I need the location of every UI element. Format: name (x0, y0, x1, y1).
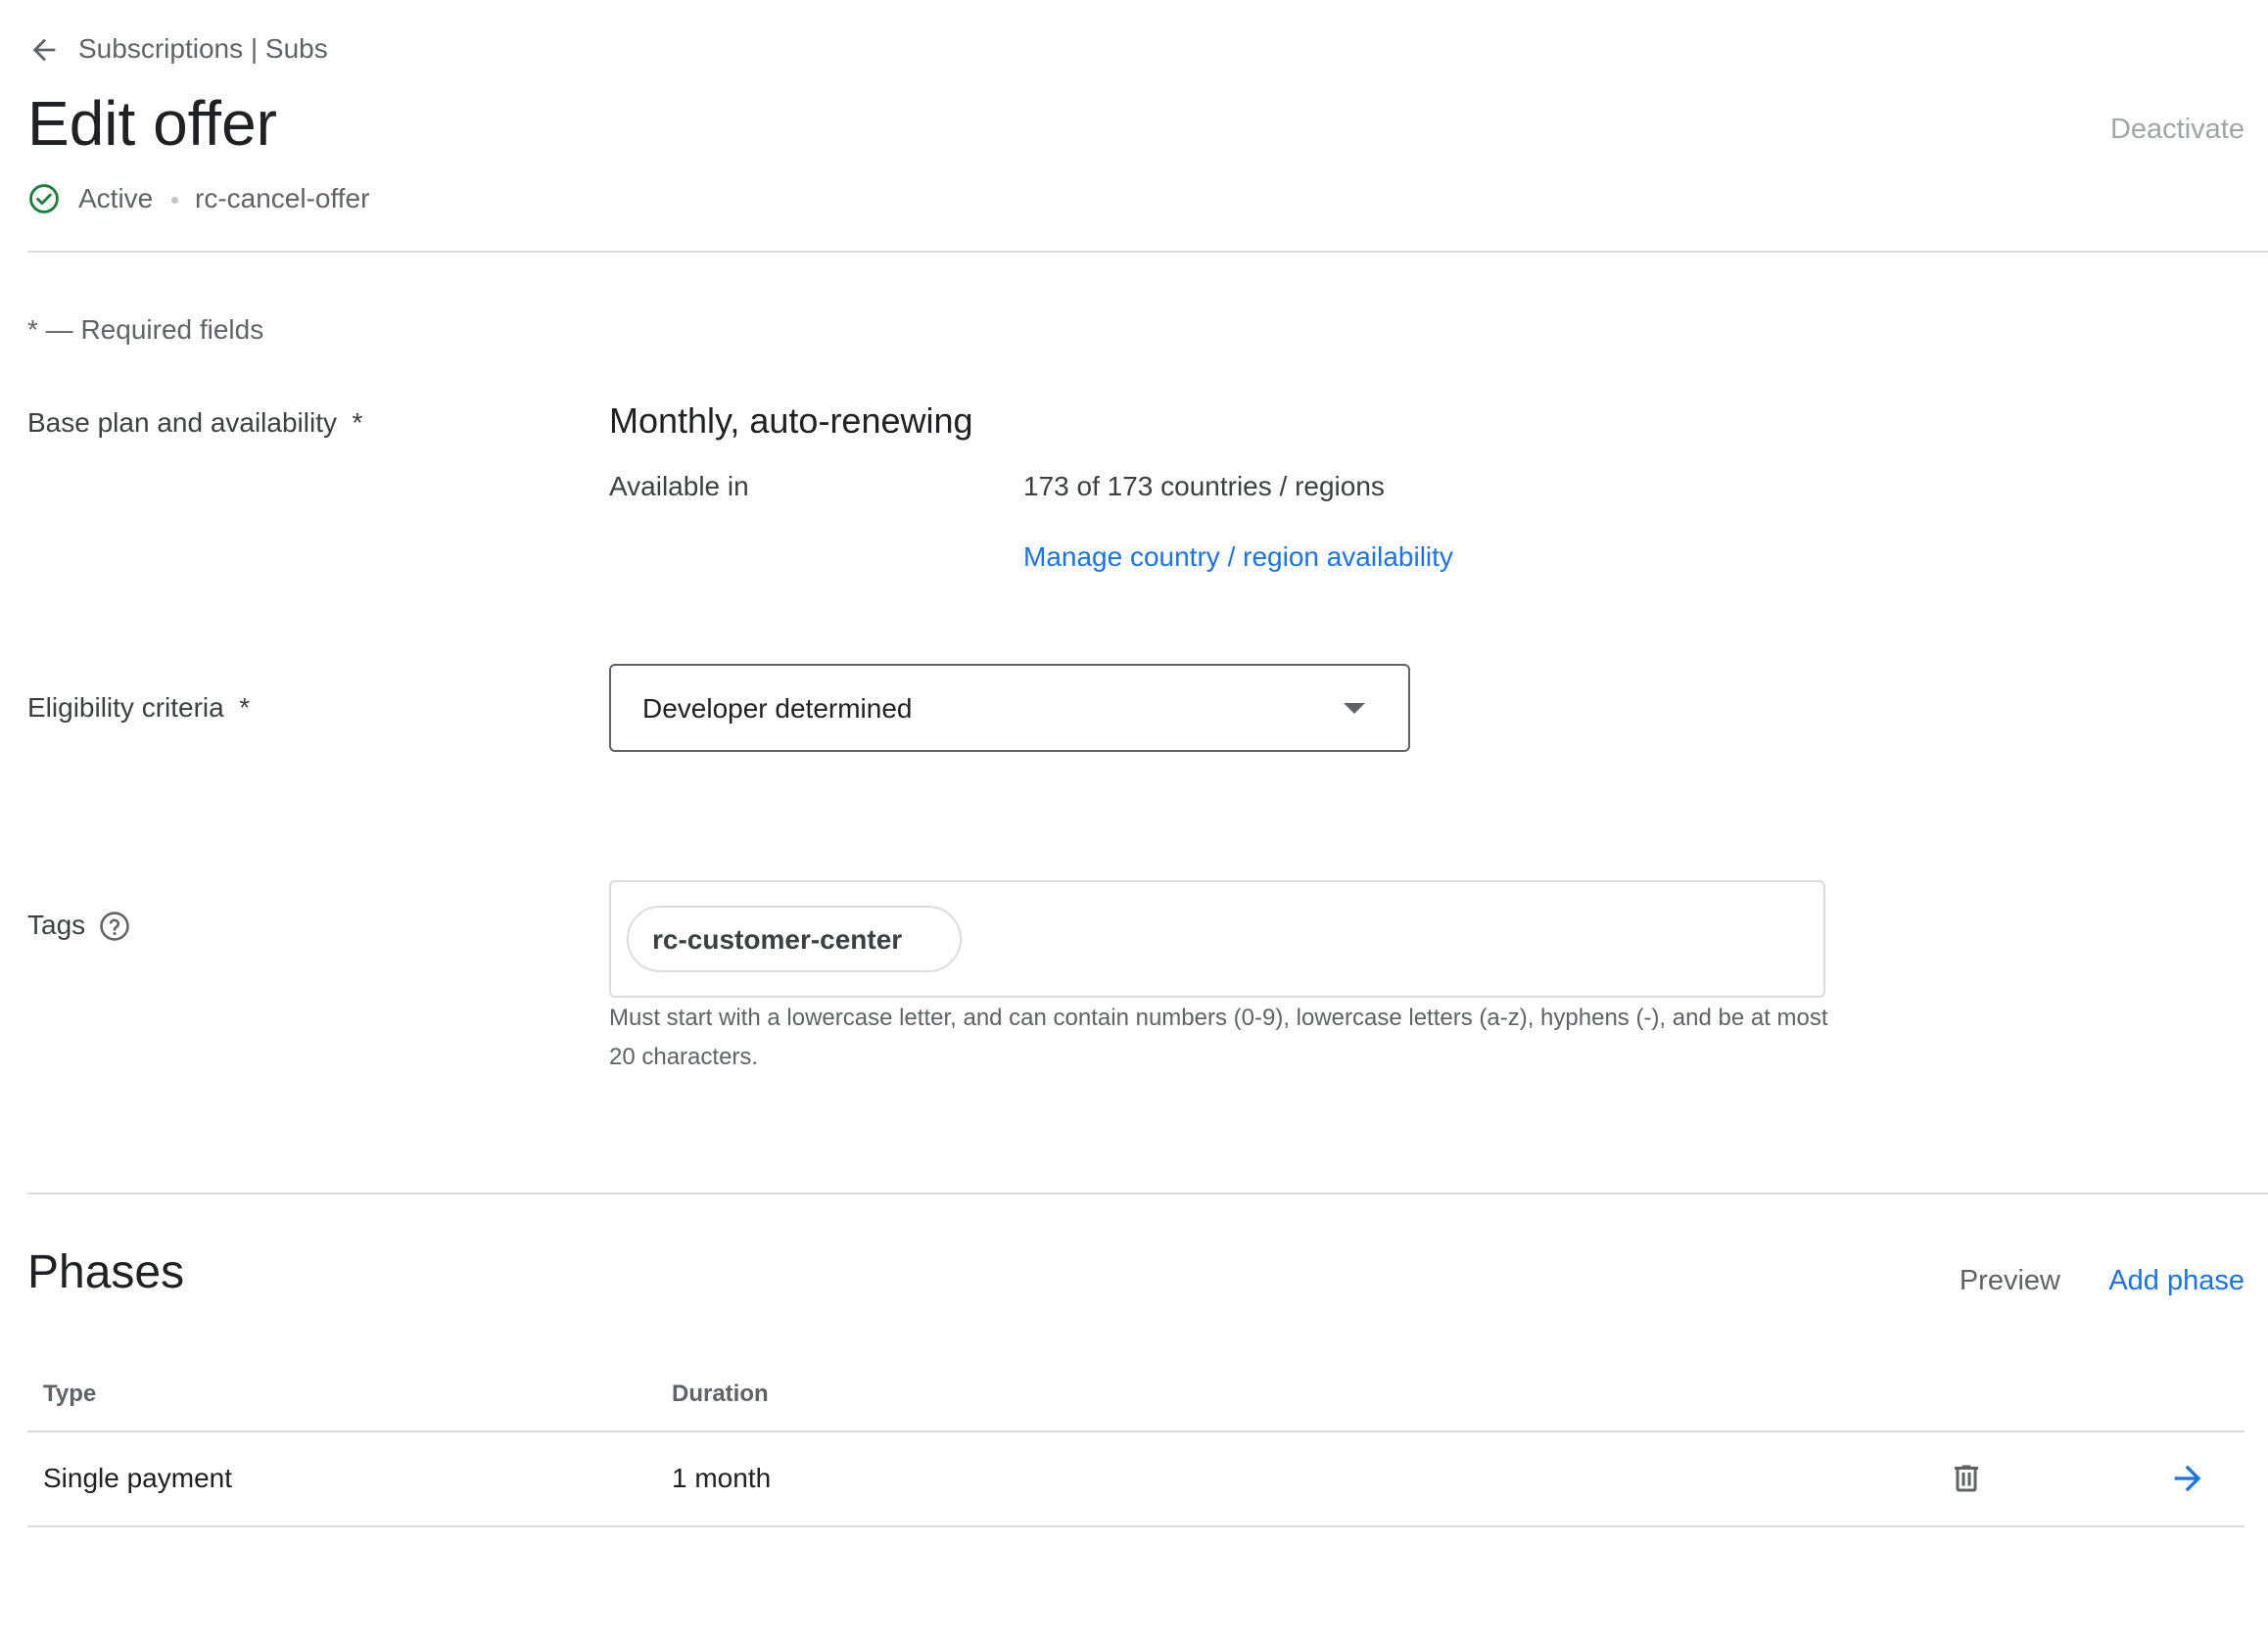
base-plan-label: Base plan and availability * (27, 405, 362, 441)
help-circle-icon[interactable] (98, 910, 131, 943)
tag-chip[interactable]: rc-customer-center (627, 906, 962, 972)
trash-icon[interactable] (1949, 1459, 1984, 1498)
table-row[interactable]: Single payment 1 month (27, 1432, 2244, 1525)
base-plan-name: Monthly, auto-renewing (609, 400, 973, 441)
eligibility-label: Eligibility criteria * (27, 690, 250, 726)
offer-id: rc-cancel-offer (195, 183, 370, 213)
check-circle-icon (29, 184, 59, 213)
section-divider (27, 1193, 2268, 1194)
eligibility-select[interactable]: Developer determined (609, 664, 1410, 752)
deactivate-button[interactable]: Deactivate (2110, 110, 2244, 149)
table-row-divider (27, 1525, 2244, 1527)
phase-type-cell: Single payment (43, 1463, 233, 1493)
required-fields-note: * — Required fields (27, 314, 264, 345)
back-arrow-icon[interactable] (27, 33, 61, 67)
available-in-value: 173 of 173 countries / regions (1023, 471, 1385, 501)
eligibility-selected-value: Developer determined (642, 693, 913, 724)
preview-button[interactable]: Preview (1960, 1261, 2060, 1300)
available-in-label: Available in (609, 471, 749, 501)
separator-dot (171, 197, 178, 204)
arrow-forward-icon[interactable] (2166, 1459, 2209, 1498)
dropdown-arrow-icon (1344, 703, 1365, 714)
phase-duration-cell: 1 month (672, 1463, 772, 1493)
tags-label: Tags (27, 910, 86, 940)
add-phase-button[interactable]: Add phase (2108, 1261, 2244, 1300)
tags-helper-text: Must start with a lowercase letter, and … (609, 1005, 1828, 1070)
breadcrumb[interactable]: Subscriptions | Subs (78, 32, 328, 66)
eligibility-label-text: Eligibility criteria * (27, 692, 251, 723)
base-plan-label-text: Base plan and availability * (27, 407, 363, 438)
phases-heading: Phases (27, 1246, 185, 1298)
tags-input[interactable]: rc-customer-center (609, 880, 1825, 998)
status-label: Active (78, 183, 154, 213)
column-header-duration: Duration (672, 1381, 769, 1407)
tag-chip-label: rc-customer-center (652, 924, 903, 955)
header-divider (27, 251, 2268, 253)
page-title: Edit offer (27, 88, 277, 159)
column-header-type: Type (43, 1381, 97, 1407)
manage-availability-link[interactable]: Manage country / region availability (1023, 539, 1453, 575)
